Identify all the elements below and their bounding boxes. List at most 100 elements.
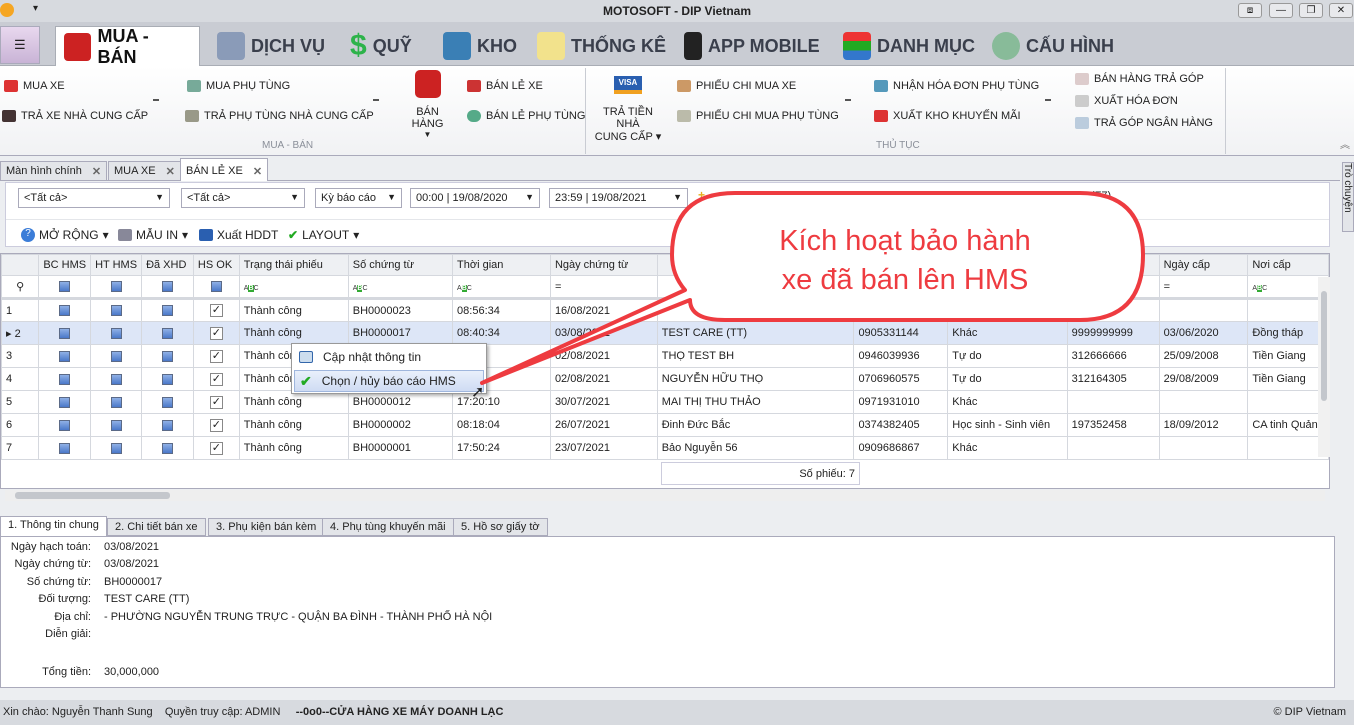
column-header[interactable]: HS OK — [192, 254, 240, 276]
tra-tien-ncc-button[interactable]: VISA TRẢ TIỀN NHÀ CUNG CẤP ▾ — [590, 76, 666, 143]
column-header[interactable]: BC HMS — [38, 254, 92, 276]
checkbox[interactable] — [110, 350, 122, 362]
checkbox[interactable] — [161, 327, 173, 339]
scroll-thumb[interactable] — [1321, 291, 1327, 401]
checkbox[interactable] — [161, 419, 173, 431]
filter-select-1[interactable]: <Tất cả> ▼ — [18, 188, 170, 208]
search-f7-label[interactable]: (F7) — [1091, 190, 1111, 202]
fullscreen-button[interactable]: ⧈ — [1238, 3, 1262, 18]
doc-tab-mua-xe[interactable]: MUA XE ✕ — [108, 161, 181, 181]
to-date-picker[interactable]: 23:59 | 19/08/2021 ▼ — [549, 188, 688, 208]
table-row[interactable]: 4 ✓ Thành công 02/08/2021 NGUYỄN HỮU THỌ 0706… — [0, 367, 1329, 391]
checkbox[interactable] — [161, 396, 173, 408]
table-row[interactable]: ▸ 2 ✓ Thành công BH0000017 08:40:34 03/08/202… — [0, 321, 1329, 345]
filter-cell[interactable]: ABC — [347, 275, 454, 300]
filter-cell[interactable]: ABC — [452, 275, 551, 300]
tab-mua-ban[interactable]: MUA - BÁN — [55, 26, 200, 67]
filter-select-2[interactable]: <Tất cả> ▼ — [181, 188, 305, 208]
mua-xe-button[interactable]: MUA XE — [4, 80, 65, 92]
checkbox[interactable] — [161, 305, 173, 317]
ban-le-phu-tung-button[interactable]: BÁN LẺ PHỤ TÙNG — [467, 110, 585, 122]
checkbox[interactable] — [59, 327, 71, 339]
mo-rong-menu[interactable]: ? MỞ RỘNG ▾ — [21, 228, 109, 242]
close-icon[interactable]: ✕ — [166, 165, 175, 178]
doc-tab-man-hinh-chinh[interactable]: Màn hình chính ✕ — [0, 161, 108, 181]
app-menu-button[interactable]: ☰ — [0, 26, 40, 64]
xuat-hddt-button[interactable]: Xuất HDDT — [199, 228, 278, 242]
filter-cell[interactable] — [90, 275, 143, 300]
mau-in-menu[interactable]: MẪU IN ▾ — [118, 228, 188, 242]
column-header[interactable]: Trạng thái phiếu — [238, 254, 349, 276]
column-header[interactable]: Ngày cấp — [1158, 254, 1249, 276]
ban-hang-tra-gop-button[interactable]: BÁN HÀNG TRẢ GÓP — [1075, 73, 1204, 85]
filter-cell[interactable]: ⚲ — [0, 275, 40, 300]
tab-danh-muc[interactable]: DANH MỤC — [843, 26, 975, 66]
filter-cell[interactable]: = — [549, 275, 658, 300]
filter-cell[interactable]: ABC — [238, 275, 349, 300]
column-header[interactable]: Nơi cấp — [1247, 254, 1329, 276]
filter-cell[interactable] — [141, 275, 194, 300]
checkbox[interactable] — [59, 305, 71, 317]
checkbox[interactable] — [110, 396, 122, 408]
from-date-picker[interactable]: 00:00 | 19/08/2020 ▼ — [410, 188, 540, 208]
layout-menu[interactable]: ✔ LAYOUT ▾ — [288, 228, 359, 242]
checkbox-checked[interactable]: ✓ — [209, 395, 223, 409]
checkbox-checked[interactable]: ✓ — [209, 349, 223, 363]
column-header[interactable]: HT HMS — [90, 254, 143, 276]
checkbox[interactable] — [161, 350, 173, 362]
checkbox-checked[interactable]: ✓ — [209, 304, 223, 317]
tab-thong-ke[interactable]: THỐNG KÊ — [537, 26, 666, 66]
checkbox[interactable] — [110, 327, 122, 339]
tab-ho-so[interactable]: 5. Hồ sơ giấy tờ — [453, 518, 548, 536]
period-select[interactable]: Kỳ báo cáo ▼ — [315, 188, 402, 208]
close-button[interactable]: ✕ — [1329, 3, 1353, 18]
vertical-scrollbar[interactable] — [1318, 277, 1330, 457]
menu-item-cap-nhat[interactable]: Cập nhật thông tin — [294, 346, 484, 368]
minimize-button[interactable]: — — [1269, 3, 1293, 18]
close-icon[interactable]: ✕ — [253, 165, 262, 178]
tra-xe-button[interactable]: TRẢ XE NHÀ CUNG CẤP — [2, 110, 148, 122]
checkbox-checked[interactable]: ✓ — [209, 372, 223, 386]
ban-hang-button[interactable]: BÁN HÀNG ▼ — [400, 70, 455, 139]
checkbox[interactable] — [110, 442, 122, 454]
tab-phu-kien[interactable]: 3. Phụ kiện bán kèm — [208, 518, 325, 536]
chat-side-tab[interactable]: Trò chuyện — [1342, 162, 1354, 232]
checkbox-checked[interactable]: ✓ — [209, 418, 223, 432]
checkbox[interactable] — [59, 350, 71, 362]
tra-gop-ngan-hang-button[interactable]: TRẢ GÓP NGÂN HÀNG — [1075, 117, 1213, 129]
xuat-hoa-don-button[interactable]: XUẤT HÓA ĐƠN — [1075, 95, 1178, 107]
doc-tab-ban-le-xe[interactable]: BÁN LẺ XE ✕ — [180, 158, 269, 181]
column-header[interactable]: Số chứng từ — [347, 254, 454, 276]
add-icon[interactable]: + — [698, 188, 705, 202]
checkbox-checked[interactable]: ✓ — [209, 441, 223, 455]
checkbox[interactable] — [59, 373, 71, 385]
tab-quy[interactable]: $ QUỸ — [350, 26, 412, 66]
close-icon[interactable]: ✕ — [92, 165, 101, 178]
filter-cell[interactable]: ABC — [1247, 275, 1329, 300]
tab-kho[interactable]: KHO — [443, 26, 517, 66]
checkbox[interactable] — [161, 442, 173, 454]
nhan-hoa-don-button[interactable]: NHẬN HÓA ĐƠN PHỤ TÙNG — [874, 80, 1039, 92]
checkbox[interactable] — [110, 305, 122, 317]
horizontal-scrollbar[interactable] — [5, 490, 1325, 501]
tra-phu-tung-button[interactable]: TRẢ PHỤ TÙNG NHÀ CUNG CẤP — [185, 110, 374, 122]
filter-cell[interactable] — [38, 275, 92, 300]
checkbox[interactable] — [110, 419, 122, 431]
collapse-ribbon-icon[interactable]: ︽ — [1340, 136, 1350, 151]
checkbox[interactable] — [110, 373, 122, 385]
column-header[interactable]: Thời gian — [452, 254, 551, 276]
tab-app-mobile[interactable]: APP MOBILE — [684, 26, 820, 66]
restore-button[interactable]: ❐ — [1299, 3, 1323, 18]
checkbox[interactable] — [59, 396, 71, 408]
table-row[interactable]: 7 ✓ Thành công BH0000001 17:50:24 23/07/2021 B… — [0, 436, 1329, 460]
table-row[interactable]: 6 ✓ Thành công BH0000002 08:18:04 26/07/2021 Đ… — [0, 413, 1329, 437]
checkbox[interactable] — [59, 419, 71, 431]
checkbox[interactable] — [161, 373, 173, 385]
table-row[interactable]: 3✓Thành công08:3902/08/2021THỌ TEST BH09… — [0, 344, 1329, 368]
xuat-kho-km-button[interactable]: XUẤT KHO KHUYẾN MÃI — [874, 110, 1021, 122]
column-header[interactable]: Ngày chứng từ — [549, 254, 658, 276]
checkbox-checked[interactable]: ✓ — [209, 326, 223, 340]
column-header[interactable]: Đã XHD — [141, 254, 194, 276]
filter-cell[interactable]: = — [1158, 275, 1249, 300]
ban-le-xe-button[interactable]: BÁN LẺ XE — [467, 80, 543, 92]
